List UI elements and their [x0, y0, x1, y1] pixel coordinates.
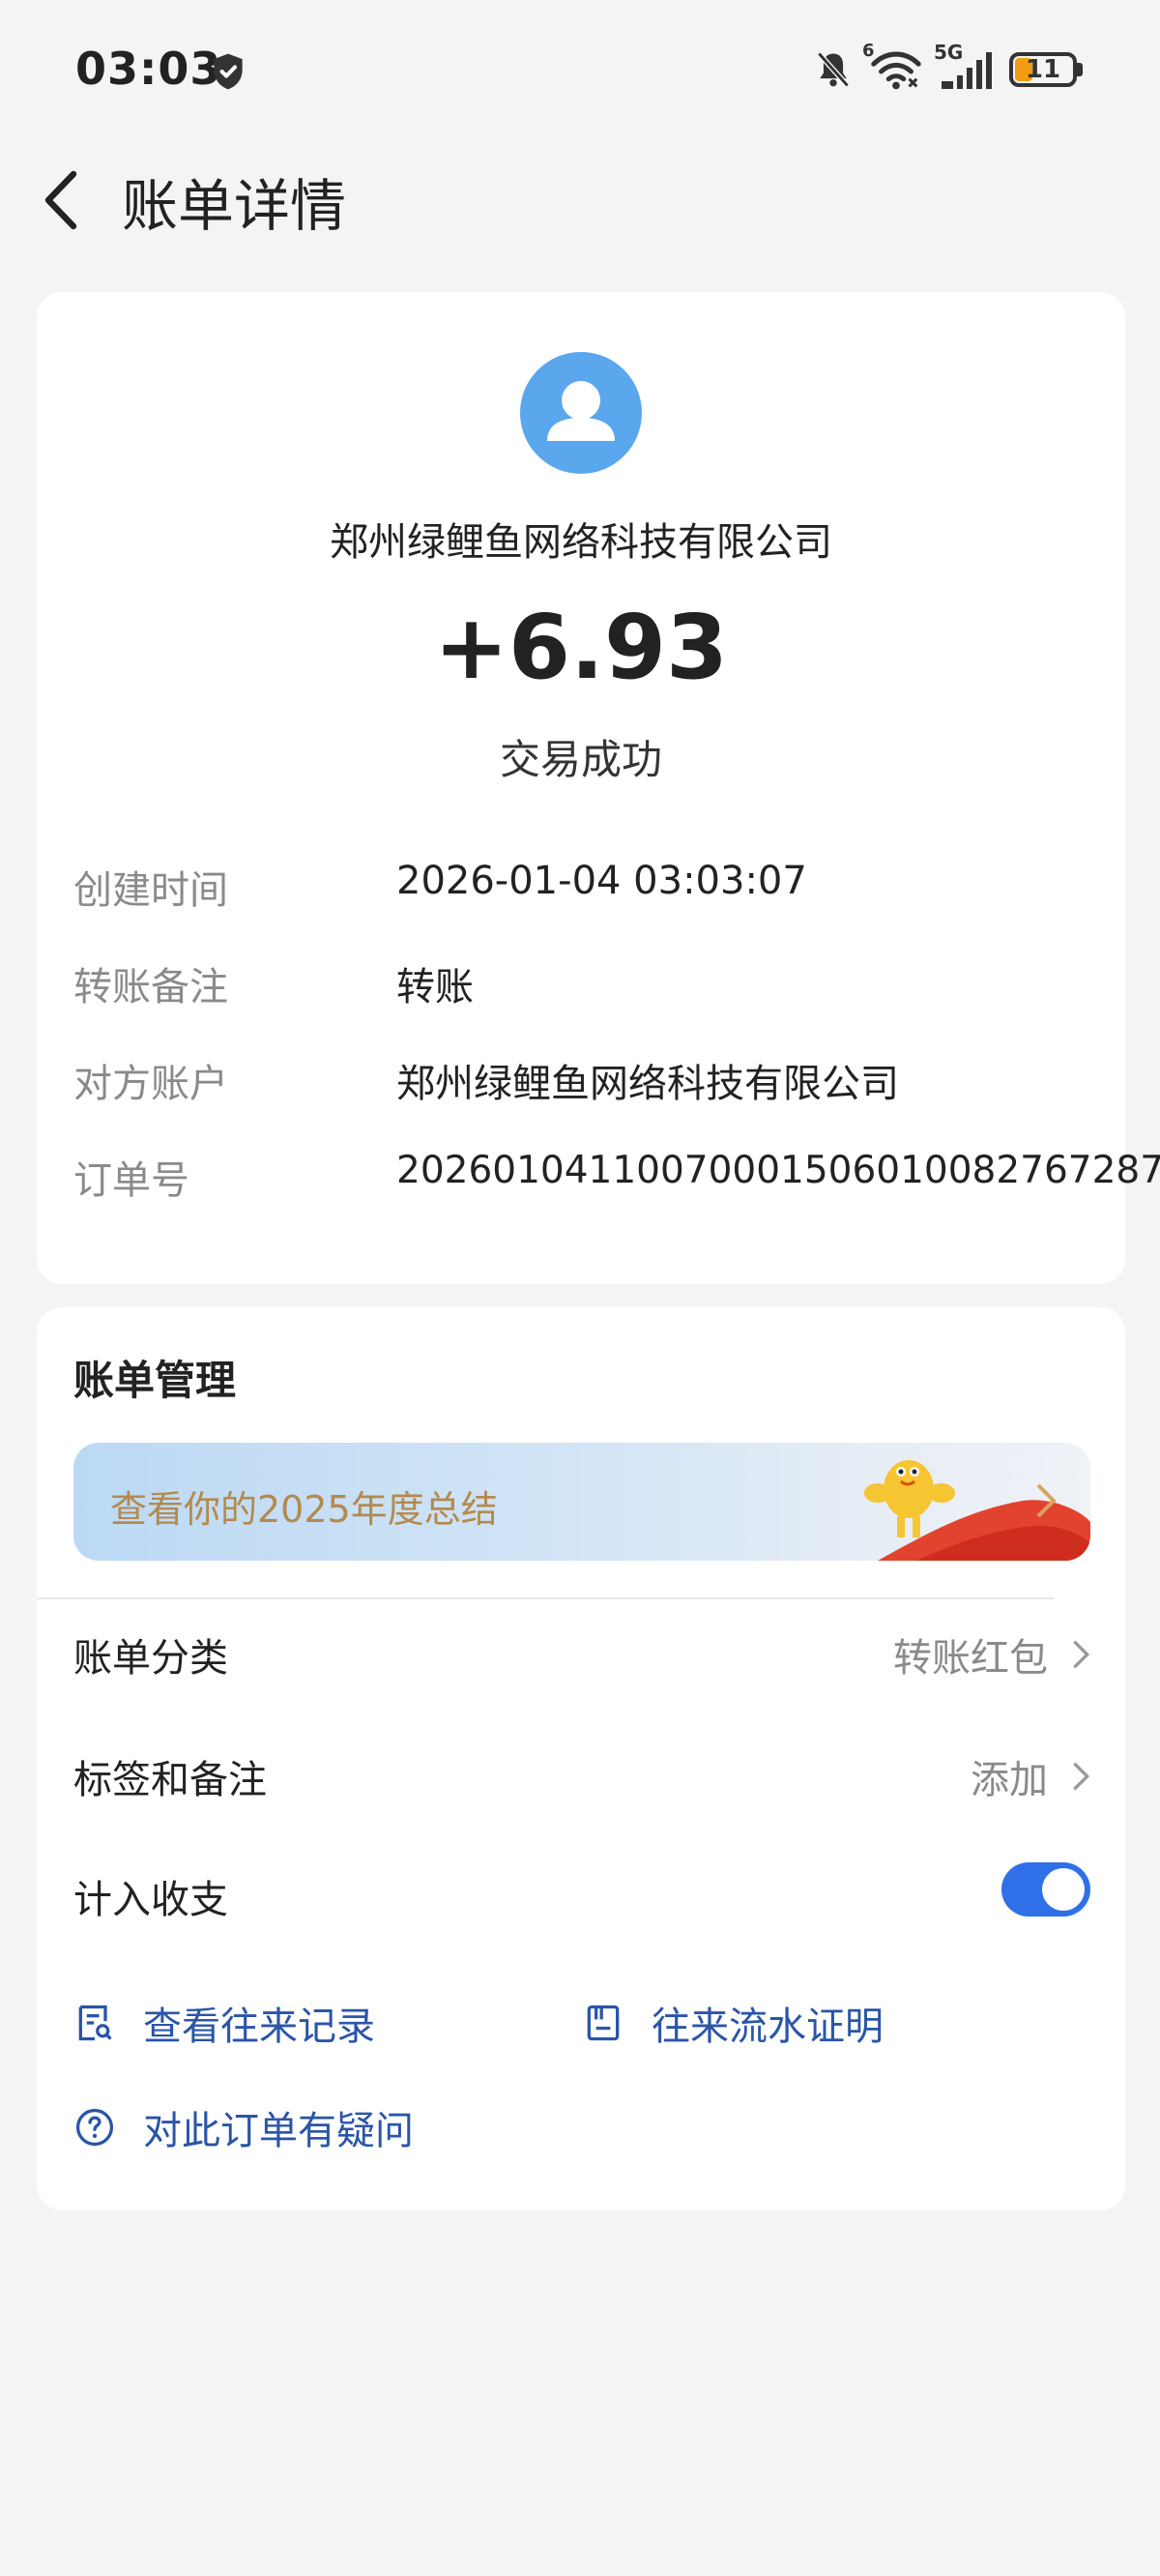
detail-row-counterparty: 对方账户 郑州绿鲤鱼网络科技有限公司 — [73, 1052, 1098, 1110]
shield-check-icon — [214, 53, 243, 90]
row-label: 标签和备注 — [73, 1758, 267, 1802]
row-value: 转账红包 — [893, 1636, 1048, 1681]
status-time: 03:03 — [75, 43, 222, 95]
row-value: 添加 — [971, 1758, 1048, 1802]
detail-row-created-time: 创建时间 2026-01-04 03:03:07 — [73, 859, 1098, 917]
include-in-stats-toggle[interactable] — [1001, 1862, 1090, 1917]
detail-value: 转账 — [396, 965, 474, 1010]
bill-management-card: 账单管理 查看你的2025年度总结 账单分类 转账红包 标签和备注 添加 计入收… — [37, 1307, 1125, 2210]
detail-row-order-number: 订单号 2026010411007000150601008276728​7 — [73, 1149, 1160, 1207]
payer-name: 郑州绿鲤鱼网络科技有限公司 — [330, 520, 832, 565]
row-label: 计入收支 — [73, 1878, 228, 1922]
link-label: 查看往来记录 — [143, 2005, 375, 2049]
transaction-amount: +6.93 — [433, 596, 729, 699]
annual-summary-banner[interactable]: 查看你的2025年度总结 — [73, 1443, 1090, 1561]
detail-value: 郑州绿鲤鱼网络科技有限公司 — [396, 1062, 899, 1106]
detail-row-remark: 转账备注 转账 — [73, 955, 1098, 1013]
view-history-link[interactable]: 查看往来记录 — [73, 1994, 375, 2052]
bell-off-icon — [817, 51, 850, 88]
link-label: 往来流水证明 — [652, 2005, 884, 2049]
nav-bar: 账单详情 — [0, 145, 1160, 251]
question-circle-icon — [75, 2108, 114, 2147]
section-title: 账单管理 — [73, 1357, 237, 1404]
detail-label: 创建时间 — [73, 868, 228, 913]
statement-proof-link[interactable]: 往来流水证明 — [582, 1994, 884, 2052]
chevron-right-icon — [1073, 1762, 1090, 1791]
link-label: 对此订单有疑问 — [143, 2109, 414, 2153]
toggle-knob — [1042, 1868, 1085, 1911]
banner-text: 查看你的2025年度总结 — [110, 1488, 498, 1531]
order-question-link[interactable]: 对此订单有疑问 — [73, 2098, 414, 2156]
wifi-badge: 6 — [862, 41, 875, 61]
order-number[interactable]: 2026010411007000150601008276728​7 — [396, 1149, 1160, 1192]
detail-label: 订单号 — [73, 1158, 189, 1203]
chevron-right-icon — [1073, 1640, 1090, 1669]
detail-value: 2026-01-04 03:03:07 — [396, 859, 807, 903]
page-title: 账单详情 — [122, 173, 347, 239]
battery-level: 11 — [1025, 55, 1061, 84]
user-avatar-icon — [520, 352, 642, 474]
detail-label: 对方账户 — [73, 1062, 228, 1106]
battery-icon: 11 — [1009, 52, 1083, 87]
detail-label: 转账备注 — [73, 965, 228, 1010]
statement-icon — [587, 2005, 620, 2041]
record-search-icon — [78, 2005, 112, 2041]
row-label: 账单分类 — [73, 1636, 228, 1681]
chevron-left-icon[interactable] — [35, 166, 89, 234]
chevron-right-icon — [1036, 1483, 1057, 1518]
include-in-stats-row: 计入收支 — [73, 1855, 1090, 1932]
tags-notes-row[interactable]: 标签和备注 添加 — [73, 1735, 1090, 1812]
bill-category-row[interactable]: 账单分类 转账红包 — [73, 1613, 1090, 1690]
bill-summary-card: 郑州绿鲤鱼网络科技有限公司 +6.93 交易成功 创建时间 2026-01-04… — [37, 292, 1160, 1284]
cell-signal-icon: 5G — [934, 41, 996, 93]
status-bar: 03:03 6 5G 11 — [0, 0, 1160, 145]
transaction-status: 交易成功 — [499, 736, 662, 783]
divider — [37, 1597, 1054, 1599]
wifi-icon: 6 — [862, 41, 924, 93]
